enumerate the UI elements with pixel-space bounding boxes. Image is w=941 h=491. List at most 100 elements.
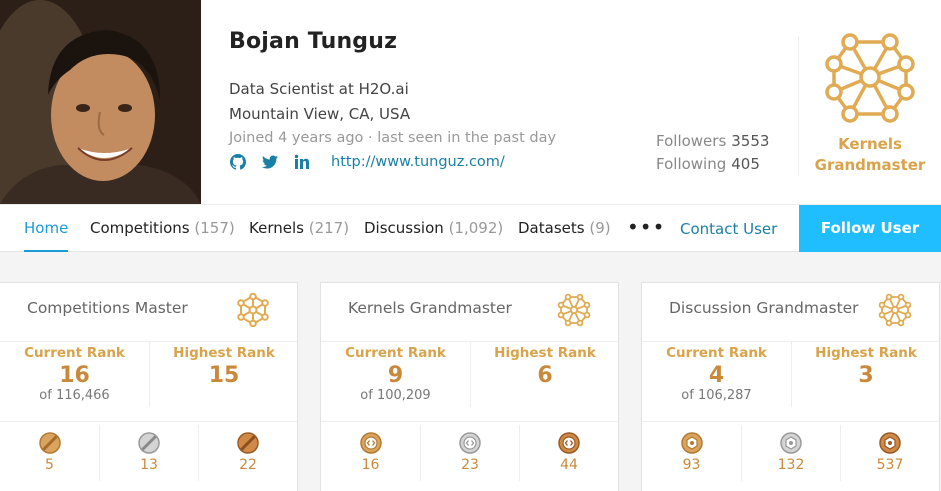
- gold-medal-count: 16: [361, 457, 380, 473]
- followers-label: Followers: [656, 132, 727, 150]
- contact-user-button[interactable]: Contact User: [680, 205, 777, 252]
- following-count: 405: [731, 155, 760, 173]
- gold-medal: 5: [0, 425, 99, 481]
- gold-medal-count: 93: [682, 457, 701, 473]
- follow-user-button[interactable]: Follow User: [799, 205, 941, 252]
- highest-rank-label: Highest Rank: [494, 345, 596, 361]
- rank-of-total: of 106,287: [681, 388, 752, 403]
- tab-datasets[interactable]: Datasets (9): [518, 205, 611, 252]
- gold-medal: 16: [321, 425, 420, 481]
- tab-kernels-count: (217): [308, 219, 350, 237]
- card-discussion[interactable]: Discussion Grandmaster Current Rank 4 of…: [641, 282, 940, 491]
- master-tier-icon: [237, 293, 269, 327]
- bronze-medal-count: 537: [876, 457, 904, 473]
- tier-label-line2: Grandmaster: [814, 156, 926, 174]
- current-rank: Current Rank 9 of 100,209: [321, 341, 470, 407]
- grandmaster-tier-icon: [557, 293, 591, 327]
- twitter-icon[interactable]: [261, 153, 279, 171]
- bronze-medal-icon: [237, 432, 259, 454]
- profile-occupation: Data Scientist at H2O.ai: [229, 80, 409, 98]
- tab-kernels[interactable]: Kernels (217): [249, 205, 349, 252]
- highest-rank-value: 6: [537, 363, 553, 388]
- tab-home-label: Home: [24, 219, 69, 237]
- profile-name: Bojan Tunguz: [229, 29, 398, 54]
- card-kernels[interactable]: Kernels Grandmaster Current Rank 9 of 10…: [320, 282, 619, 491]
- bronze-medal-count: 22: [239, 457, 257, 473]
- tab-discussion-label: Discussion: [364, 219, 444, 237]
- more-menu-icon[interactable]: •••: [627, 205, 665, 252]
- highest-rank: Highest Rank 15: [149, 341, 298, 407]
- tab-datasets-count: (9): [589, 219, 611, 237]
- grandmaster-tier-icon: [878, 293, 912, 327]
- following-label: Following: [656, 155, 727, 173]
- silver-medal-icon: [138, 432, 160, 454]
- current-rank-label: Current Rank: [345, 345, 446, 361]
- tab-competitions[interactable]: Competitions (157): [90, 205, 235, 252]
- highest-rank-value: 3: [858, 363, 874, 388]
- gold-discussion-medal-icon: [680, 432, 703, 454]
- website-link[interactable]: http://www.tunguz.com/: [331, 154, 505, 170]
- gold-medal-count: 5: [45, 457, 54, 473]
- bronze-medal: 22: [198, 425, 297, 481]
- silver-medal-count: 23: [461, 457, 479, 473]
- linkedin-icon[interactable]: [293, 153, 311, 171]
- bronze-medal: 44: [519, 425, 618, 481]
- highest-rank: Highest Rank 3: [791, 341, 940, 407]
- gold-medal: 93: [642, 425, 741, 481]
- follow-stats: Followers 3553 Following 405: [656, 130, 769, 176]
- profile-joined: Joined 4 years ago · last seen in the pa…: [229, 130, 557, 146]
- github-icon[interactable]: [229, 153, 247, 171]
- bronze-medal: 537: [840, 425, 939, 481]
- card-separator: [642, 421, 939, 422]
- avatar-photo: [0, 0, 201, 204]
- silver-medal-count: 132: [777, 457, 805, 473]
- current-rank-value: 4: [708, 363, 725, 388]
- rank-of-total: of 100,209: [360, 388, 431, 403]
- tier-label-line1: Kernels: [838, 135, 902, 153]
- card-competitions[interactable]: Competitions Master Current Rank 16 of 1…: [0, 282, 298, 491]
- current-rank-value: 16: [59, 363, 90, 388]
- highest-rank: Highest Rank 6: [470, 341, 619, 407]
- silver-medal: 132: [741, 425, 840, 481]
- current-rank: Current Rank 16 of 116,466: [0, 341, 149, 407]
- silver-discussion-medal-icon: [780, 432, 802, 454]
- bronze-code-medal-icon: [558, 432, 580, 454]
- rank-of-total: of 116,466: [39, 388, 110, 403]
- social-links: http://www.tunguz.com/: [229, 153, 505, 171]
- tab-kernels-label: Kernels: [249, 219, 304, 237]
- gold-code-medal-icon: [359, 432, 382, 454]
- tab-competitions-count: (157): [194, 219, 235, 237]
- silver-medal: 13: [99, 425, 198, 481]
- silver-medal: 23: [420, 425, 519, 481]
- highest-rank-label: Highest Rank: [173, 345, 275, 361]
- card-title: Discussion Grandmaster: [669, 299, 859, 317]
- bronze-discussion-medal-icon: [879, 432, 901, 454]
- silver-code-medal-icon: [459, 432, 481, 454]
- tab-discussion[interactable]: Discussion (1,092): [364, 205, 503, 252]
- current-rank-label: Current Rank: [24, 345, 125, 361]
- followers-count: 3553: [731, 132, 770, 150]
- following-row[interactable]: Following 405: [656, 153, 769, 176]
- avatar: [0, 0, 201, 204]
- tab-competitions-label: Competitions: [90, 219, 190, 237]
- highest-rank-value: 15: [208, 363, 240, 388]
- card-separator: [0, 421, 297, 422]
- profile-nav: Home Competitions (157) Kernels (217) Di…: [0, 204, 941, 252]
- tier-divider: [798, 36, 799, 176]
- grandmaster-tier-icon: [825, 33, 915, 123]
- tier-label: Kernels Grandmaster: [800, 134, 940, 176]
- silver-medal-count: 13: [140, 457, 158, 473]
- current-rank-value: 9: [387, 363, 404, 388]
- tab-datasets-label: Datasets: [518, 219, 585, 237]
- profile-header: Bojan Tunguz Data Scientist at H2O.ai Mo…: [0, 0, 941, 204]
- card-title: Kernels Grandmaster: [348, 299, 512, 317]
- card-title: Competitions Master: [27, 299, 188, 317]
- tab-home[interactable]: Home: [24, 205, 69, 252]
- highest-rank-label: Highest Rank: [815, 345, 917, 361]
- bronze-medal-count: 44: [560, 457, 578, 473]
- current-rank-label: Current Rank: [666, 345, 767, 361]
- profile-location: Mountain View, CA, USA: [229, 105, 411, 123]
- gold-medal-icon: [38, 432, 61, 454]
- followers-row[interactable]: Followers 3553: [656, 130, 769, 153]
- current-rank: Current Rank 4 of 106,287: [642, 341, 791, 407]
